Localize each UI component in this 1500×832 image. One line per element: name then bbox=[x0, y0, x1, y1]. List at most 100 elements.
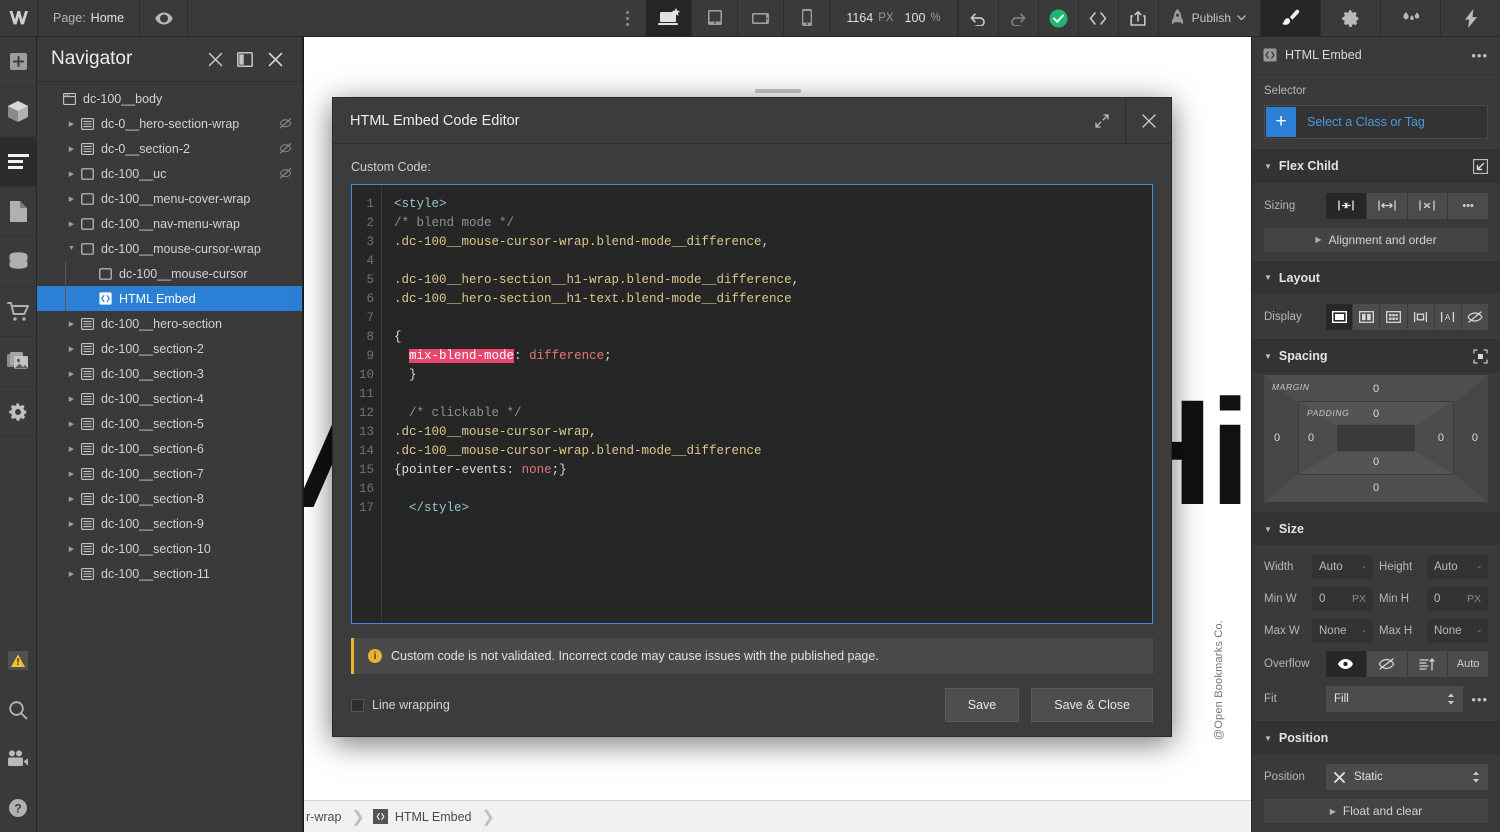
max-width-field[interactable]: None - bbox=[1312, 619, 1373, 644]
chevron-right-icon[interactable]: ▶ bbox=[65, 120, 78, 128]
navigator-item[interactable]: ▶ dc-0__section-2 bbox=[37, 136, 302, 161]
add-class-plus-icon[interactable]: + bbox=[1266, 106, 1296, 137]
preview-toggle[interactable] bbox=[140, 0, 189, 36]
code-content[interactable]: <style> /* blend mode */ .dc-100__mouse-cu… bbox=[382, 185, 1152, 623]
components[interactable] bbox=[0, 87, 37, 137]
check-circle-icon[interactable] bbox=[1037, 0, 1078, 36]
navigator-item[interactable]: dc-100__body bbox=[37, 86, 302, 111]
selector-input[interactable]: + Select a Class or Tag bbox=[1264, 104, 1488, 139]
section-layout[interactable]: ▼ Layout bbox=[1252, 260, 1500, 294]
mobile-landscape-breakpoint[interactable] bbox=[738, 0, 785, 36]
sizing-grow[interactable] bbox=[1366, 192, 1408, 219]
padding-bottom-value[interactable]: 0 bbox=[1373, 456, 1379, 468]
navigator-item[interactable]: ▶ dc-100__section-7 bbox=[37, 461, 302, 486]
ecommerce[interactable] bbox=[0, 287, 37, 337]
publish-button[interactable]: Publish bbox=[1157, 0, 1260, 36]
visibility-hidden-icon[interactable] bbox=[279, 118, 292, 129]
code-line[interactable]: mix-blend-mode: difference; bbox=[394, 347, 1152, 366]
chevron-right-icon[interactable]: ▶ bbox=[65, 570, 78, 578]
code-line[interactable] bbox=[394, 309, 1152, 328]
redo-icon[interactable] bbox=[997, 0, 1038, 36]
display-flex[interactable] bbox=[1353, 303, 1381, 330]
chevron-right-icon[interactable]: ▶ bbox=[65, 420, 78, 428]
site-settings[interactable] bbox=[0, 387, 37, 437]
display-none[interactable] bbox=[1461, 303, 1489, 330]
code-line[interactable]: } bbox=[394, 366, 1152, 385]
page-selector[interactable]: Page: Home bbox=[38, 0, 141, 36]
video-tutorials[interactable] bbox=[0, 734, 37, 783]
chevron-right-icon[interactable]: ▶ bbox=[65, 495, 78, 503]
page-resize-handle[interactable] bbox=[754, 89, 801, 93]
code-line[interactable] bbox=[394, 480, 1152, 499]
code-line[interactable]: <style> bbox=[394, 195, 1152, 214]
breadcrumb[interactable]: r-wrap ❯ HTML Embed ❯ bbox=[304, 800, 1251, 832]
tablet-breakpoint[interactable] bbox=[692, 0, 739, 36]
navigator-item[interactable]: dc-100__mouse-cursor bbox=[37, 261, 302, 286]
position-clear-icon[interactable] bbox=[1334, 771, 1345, 783]
float-and-clear-row[interactable]: ▶ Float and clear bbox=[1264, 799, 1488, 824]
code-editor[interactable]: 1 2 3 4 5 6 7 8 9 10 11 12 13 14 15 16 17 <style>/* blen… bbox=[351, 184, 1153, 624]
chevron-right-icon[interactable]: ▶ bbox=[65, 470, 78, 478]
overflow-hidden[interactable] bbox=[1366, 651, 1408, 678]
save-and-close-button[interactable]: Save & Close bbox=[1031, 688, 1153, 722]
chevron-right-icon[interactable]: ▶ bbox=[65, 545, 78, 553]
navigator-item[interactable]: ▼ dc-100__mouse-cursor-wrap bbox=[37, 236, 302, 261]
fit-more-icon[interactable]: ••• bbox=[1471, 692, 1488, 707]
min-height-field[interactable]: 0 PX bbox=[1427, 587, 1488, 612]
code-line[interactable]: .dc-100__hero-section__h1-text.blend-mod… bbox=[394, 290, 1152, 309]
spacing-widget[interactable]: MARGIN 0 0 0 0 PADDING 0 0 0 0 bbox=[1264, 374, 1488, 503]
navigator-item[interactable]: ▶ dc-100__nav-menu-wrap bbox=[37, 211, 302, 236]
spacing-mode-icon[interactable] bbox=[1473, 349, 1488, 364]
section-flex-child[interactable]: ▼ Flex Child bbox=[1252, 148, 1500, 183]
alignment-and-order-row[interactable]: ▶ Alignment and order bbox=[1264, 227, 1488, 252]
settings-panel-tab[interactable] bbox=[1320, 0, 1380, 36]
chevron-down-icon[interactable]: ▼ bbox=[65, 245, 78, 252]
navigator-item[interactable]: ▶ dc-100__section-10 bbox=[37, 536, 302, 561]
padding-left-value[interactable]: 0 bbox=[1308, 432, 1314, 444]
fit-select[interactable]: Fill bbox=[1326, 686, 1464, 713]
pages[interactable] bbox=[0, 187, 37, 237]
code-line[interactable]: .dc-100__hero-section__h1-wrap.blend-mod… bbox=[394, 271, 1152, 290]
code-line[interactable] bbox=[394, 252, 1152, 271]
max-height-field[interactable]: None - bbox=[1427, 619, 1488, 644]
share-export-icon[interactable] bbox=[1117, 0, 1158, 36]
visibility-hidden-icon[interactable] bbox=[279, 143, 292, 154]
margin-left-value[interactable]: 0 bbox=[1274, 432, 1280, 444]
min-width-field[interactable]: 0 PX bbox=[1312, 587, 1373, 612]
margin-bottom-value[interactable]: 0 bbox=[1373, 482, 1379, 494]
navigator-item[interactable]: ▶ dc-100__section-6 bbox=[37, 436, 302, 461]
display-grid[interactable] bbox=[1380, 303, 1408, 330]
display-block[interactable] bbox=[1326, 303, 1354, 330]
navigator-item[interactable]: HTML Embed bbox=[37, 286, 302, 311]
code-line[interactable]: { bbox=[394, 328, 1152, 347]
code-line[interactable]: .dc-100__mouse-cursor-wrap.blend-mode__d… bbox=[394, 442, 1152, 461]
more-vertical-icon[interactable] bbox=[608, 0, 646, 36]
breadcrumb-parent[interactable]: r-wrap bbox=[304, 801, 345, 832]
navigator-tree[interactable]: dc-100__body ▶ dc-0__hero-section-wrap ▶ dc-… bbox=[37, 82, 302, 832]
navigator[interactable] bbox=[0, 137, 37, 187]
search[interactable] bbox=[0, 685, 37, 734]
chevron-right-icon[interactable]: ▶ bbox=[65, 145, 78, 153]
style-panel-tab[interactable] bbox=[1260, 0, 1320, 36]
height-field[interactable]: Auto - bbox=[1427, 555, 1488, 580]
padding-top-value[interactable]: 0 bbox=[1373, 408, 1379, 420]
webflow-logo[interactable] bbox=[0, 0, 38, 36]
code-brackets-icon[interactable] bbox=[1077, 0, 1118, 36]
line-wrapping-toggle[interactable]: Line wrapping bbox=[351, 698, 450, 712]
margin-right-value[interactable]: 0 bbox=[1472, 432, 1478, 444]
padding-widget[interactable]: PADDING 0 0 0 0 bbox=[1298, 401, 1454, 476]
navigator-item[interactable]: ▶ dc-0__hero-section-wrap bbox=[37, 111, 302, 136]
audit-warning[interactable] bbox=[0, 636, 37, 685]
modal-close-button[interactable] bbox=[1125, 98, 1171, 143]
navigator-item[interactable]: ▶ dc-100__section-2 bbox=[37, 336, 302, 361]
sizing-more[interactable]: ••• bbox=[1448, 192, 1488, 219]
help[interactable]: ? bbox=[0, 783, 37, 832]
undo-icon[interactable] bbox=[957, 0, 998, 36]
chevron-right-icon[interactable]: ▶ bbox=[65, 395, 78, 403]
close-icon[interactable] bbox=[260, 44, 290, 74]
more-horizontal-icon[interactable]: ••• bbox=[1471, 48, 1488, 63]
save-button[interactable]: Save bbox=[944, 688, 1020, 722]
expand-diagonal-icon[interactable] bbox=[1079, 98, 1125, 143]
chevron-right-icon[interactable]: ▶ bbox=[65, 520, 78, 528]
padding-right-value[interactable]: 0 bbox=[1438, 432, 1444, 444]
